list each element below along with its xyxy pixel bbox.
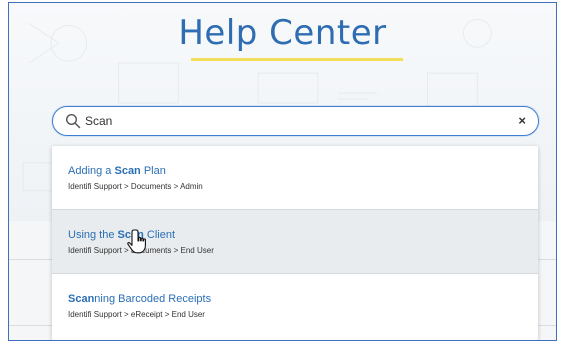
hand-pointer-icon: [127, 229, 146, 254]
search-bar[interactable]: ×: [52, 106, 539, 136]
suggestion-breadcrumb: Identifi Support > Documents > Admin: [68, 182, 203, 191]
search-input[interactable]: [85, 112, 485, 130]
search-icon: [65, 113, 81, 129]
suggestion-item-hovered[interactable]: Using the Scan Client Identifi Support >…: [52, 210, 538, 274]
help-center-page: Help Center × Adding a Scan Plan Identif…: [8, 2, 557, 341]
suggestion-title[interactable]: Scanning Barcoded Receipts: [68, 292, 538, 306]
close-icon[interactable]: ×: [518, 113, 526, 128]
title-underline: [191, 58, 403, 61]
suggestion-item[interactable]: Adding a Scan Plan Identifi Support > Do…: [52, 146, 538, 210]
suggestion-breadcrumb: Identifi Support > eReceipt > End User: [68, 310, 205, 319]
search-suggestions: Adding a Scan Plan Identifi Support > Do…: [52, 146, 538, 340]
suggestion-item[interactable]: Scanning Barcoded Receipts Identifi Supp…: [52, 274, 538, 340]
suggestion-title[interactable]: Adding a Scan Plan: [68, 164, 538, 178]
page-title: Help Center: [178, 13, 387, 53]
